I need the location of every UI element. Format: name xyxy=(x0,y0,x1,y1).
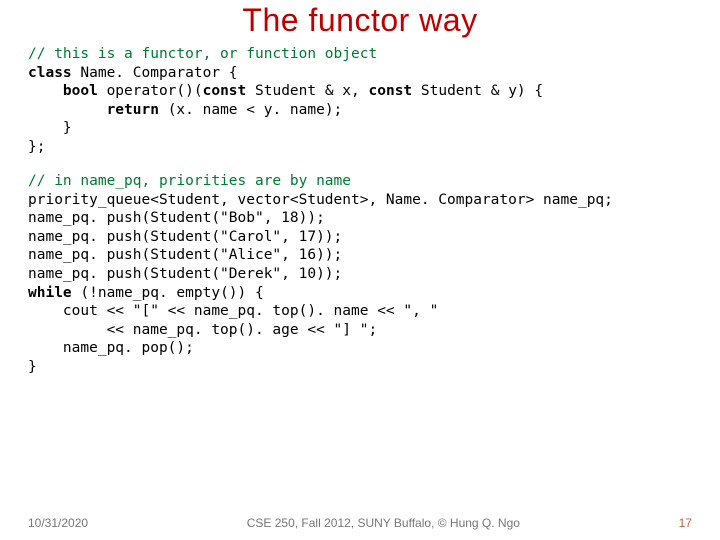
code-text: name_pq. push(Student("Bob", 18)); xyxy=(28,210,325,226)
code-text: }; xyxy=(28,139,45,155)
code-text: Student & y) { xyxy=(421,83,543,99)
code-text: name_pq. push(Student("Alice", 16)); xyxy=(28,247,342,263)
code-text: } xyxy=(28,359,37,375)
code-text: priority_queue<Student, vector<Student>,… xyxy=(28,192,613,208)
code-text: << name_pq. top(). age << "] "; xyxy=(28,322,377,338)
code-comment: // this is a functor, or function object xyxy=(28,46,377,62)
code-text: name_pq. push(Student("Carol", 17)); xyxy=(28,229,342,245)
code-text: (!name_pq. empty()) { xyxy=(80,285,263,301)
code-keyword: while xyxy=(28,285,80,301)
code-comment: // in name_pq, priorities are by name xyxy=(28,173,351,189)
code-text: operator()( xyxy=(107,83,203,99)
code-text: cout << "[" << name_pq. top(). name << "… xyxy=(28,303,438,319)
footer-center: CSE 250, Fall 2012, SUNY Buffalo, © Hung… xyxy=(247,516,520,530)
code-keyword: class xyxy=(28,65,80,81)
spacer xyxy=(28,156,692,172)
code-text: (x. name < y. name); xyxy=(168,102,343,118)
code-keyword: const xyxy=(369,83,421,99)
code-block-1: // this is a functor, or function object… xyxy=(28,45,692,156)
code-text: } xyxy=(28,120,72,136)
code-block-2: // in name_pq, priorities are by name pr… xyxy=(28,172,692,376)
footer-date: 10/31/2020 xyxy=(28,516,88,530)
code-text: Name. Comparator { xyxy=(80,65,237,81)
slide: The functor way // this is a functor, or… xyxy=(0,0,720,540)
footer: 10/31/2020 CSE 250, Fall 2012, SUNY Buff… xyxy=(28,516,692,530)
code-text: Student & x, xyxy=(255,83,369,99)
code-text: name_pq. pop(); xyxy=(28,340,194,356)
code-keyword: return xyxy=(28,102,168,118)
footer-page-number: 17 xyxy=(679,516,692,530)
slide-title: The functor way xyxy=(28,0,692,39)
code-text: name_pq. push(Student("Derek", 10)); xyxy=(28,266,342,282)
code-keyword: const xyxy=(203,83,255,99)
code-keyword: bool xyxy=(28,83,107,99)
